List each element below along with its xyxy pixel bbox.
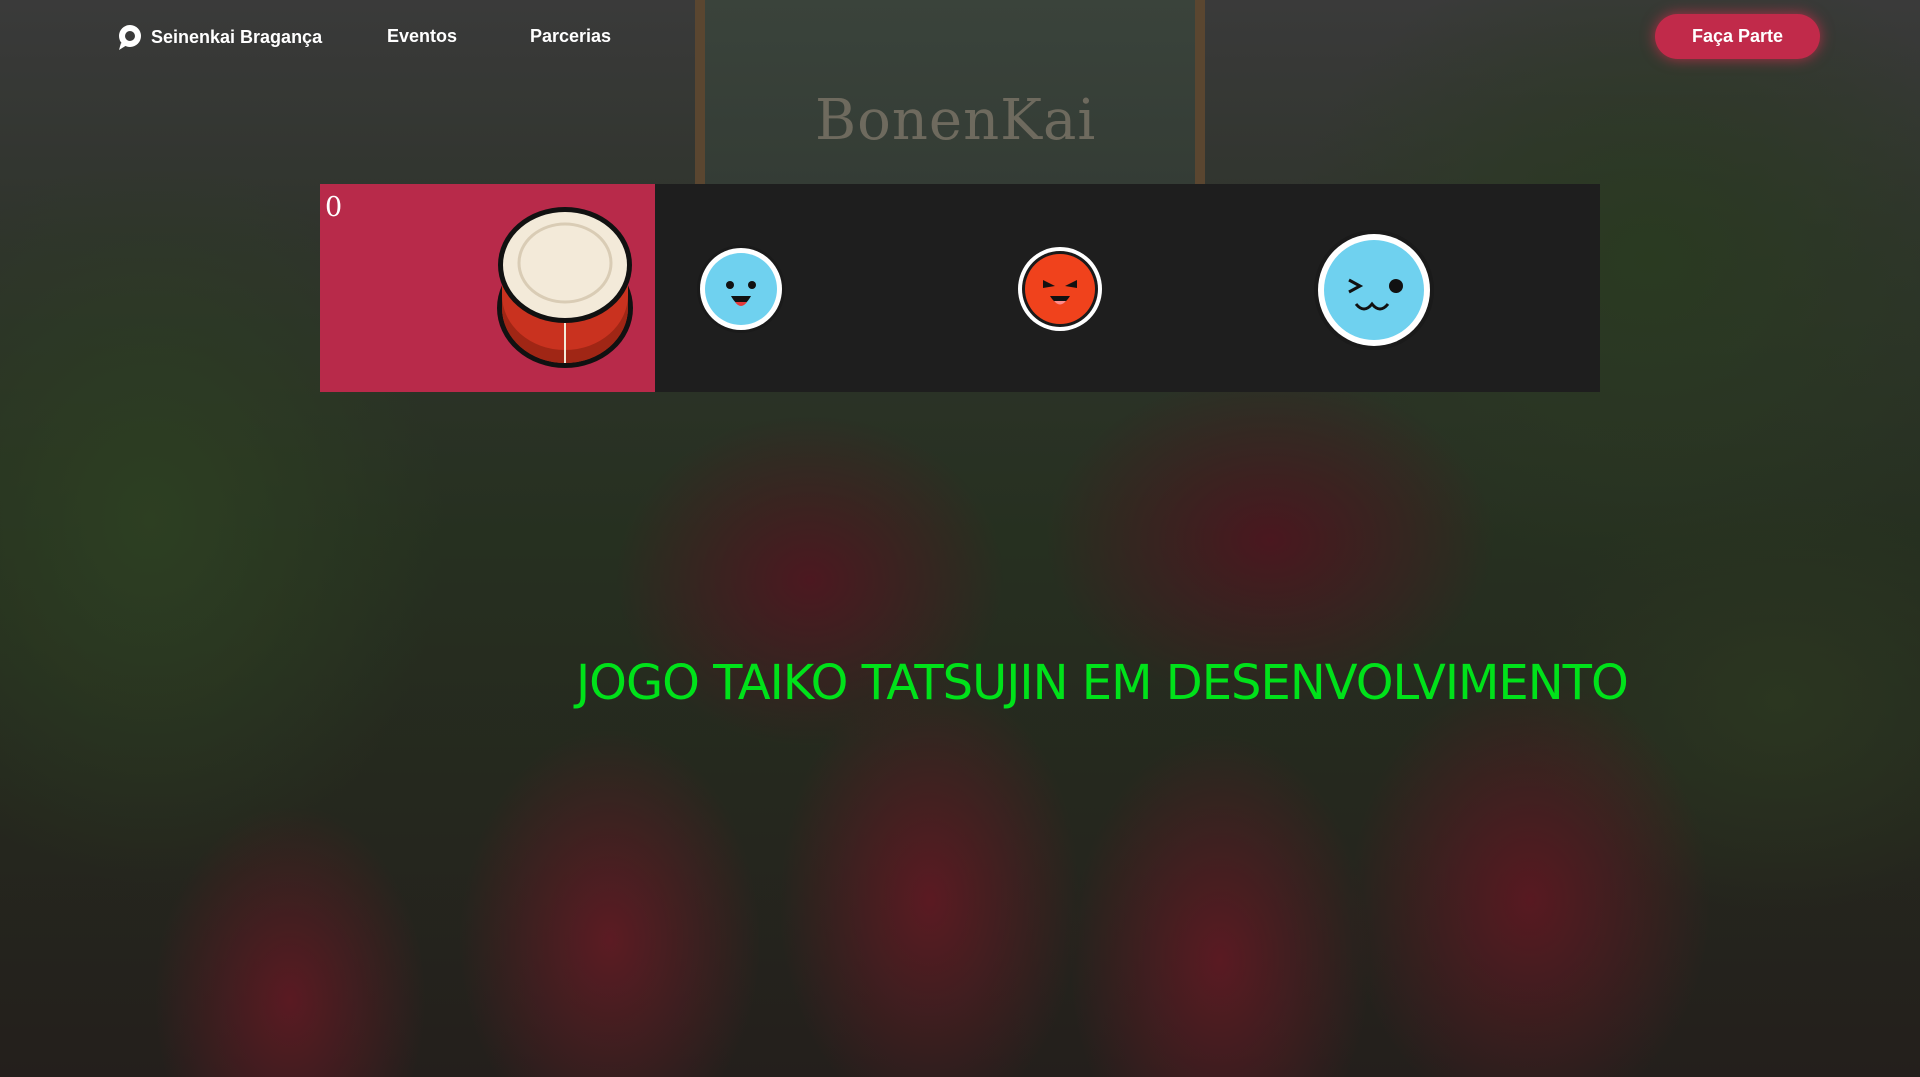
don-red-note-icon [1015, 244, 1105, 339]
navbar: Seinenkai Bragança Eventos Parcerias Faç… [0, 0, 1920, 76]
taiko-game-track[interactable]: 0 [320, 184, 1600, 392]
development-notice: JOGO TAIKO TATSUJIN EM DESENVOLVIMENTO [576, 655, 1629, 711]
taiko-drum-icon[interactable] [492, 203, 638, 378]
chat-bubble-icon [116, 24, 143, 51]
drum-panel: 0 [320, 184, 655, 392]
nav-link-parcerias[interactable]: Parcerias [530, 26, 611, 47]
background-photo: BonenKai [0, 0, 1920, 1077]
score-counter: 0 [325, 192, 343, 223]
don-blue-note-icon [696, 244, 786, 339]
group-photo-crowd [90, 380, 1880, 1077]
join-button[interactable]: Faça Parte [1655, 14, 1820, 59]
nav-link-eventos[interactable]: Eventos [387, 26, 457, 47]
brand[interactable]: Seinenkai Bragança [116, 22, 322, 52]
chalkboard-text: BonenKai [815, 88, 1097, 153]
brand-label: Seinenkai Bragança [151, 26, 323, 47]
ka-big-blue-note-icon [1312, 228, 1436, 357]
